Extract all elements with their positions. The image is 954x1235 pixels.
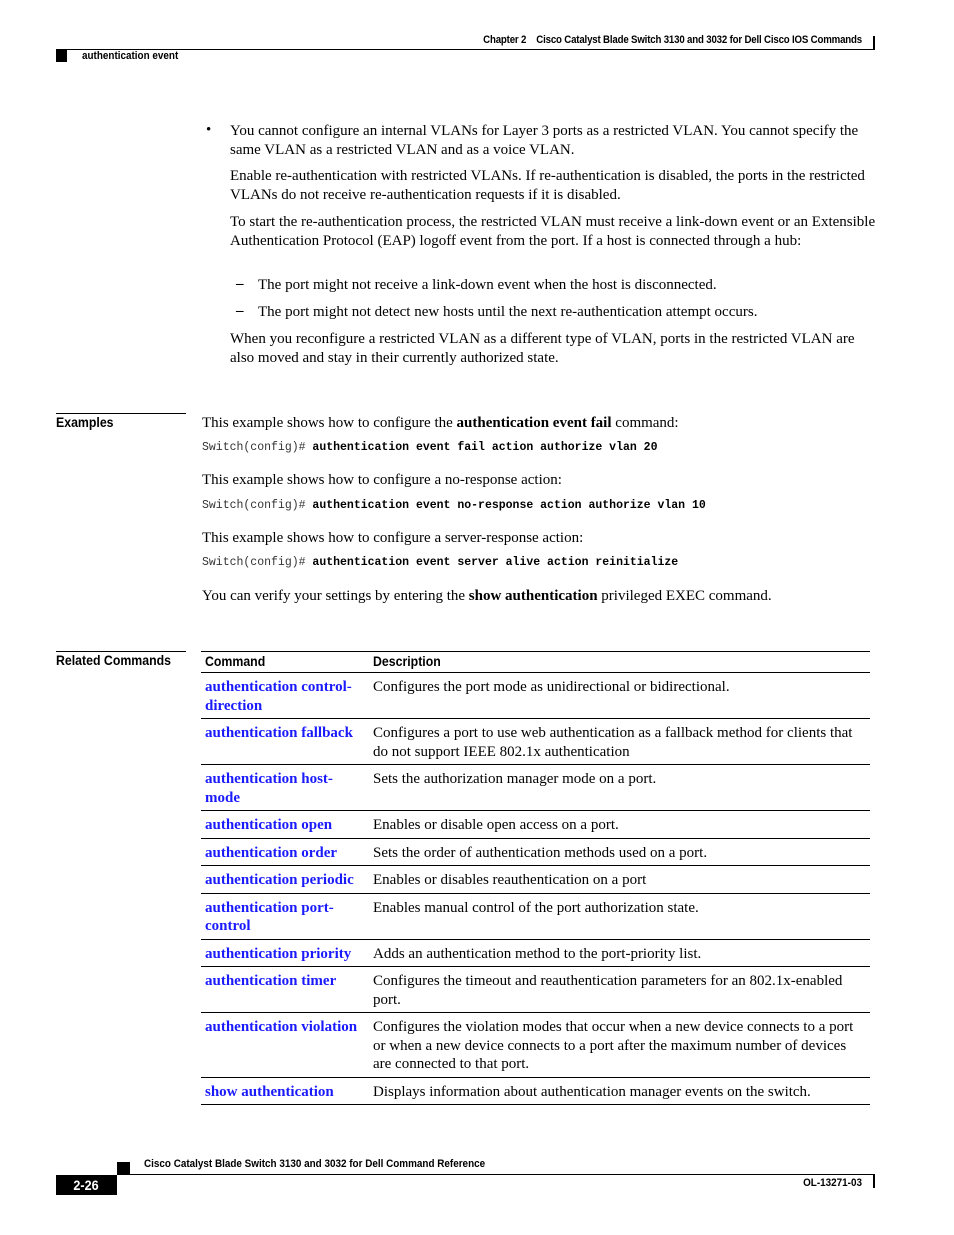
command-link[interactable]: show authentication (205, 1084, 334, 1100)
table-row: authentication periodic Enables or disabl… (201, 865, 870, 894)
command-cell: authentication priority (201, 939, 369, 967)
table-header-row: Command Description (201, 651, 870, 673)
dash-item: The port might not detect new hosts unti… (258, 304, 758, 320)
description-cell: Configures the port mode as unidirection… (369, 672, 870, 719)
description-cell: Configures the violation modes that occu… (369, 1012, 870, 1078)
intro-paragraph-1: Enable re-authentication with restricted… (230, 168, 865, 203)
code-example: Switch(config)# authentication event ser… (202, 556, 678, 569)
chapter-label: Chapter 2 (483, 34, 527, 46)
command-cell: authentication control-direction (201, 672, 369, 719)
command-cell: authentication timer (201, 966, 369, 1013)
header-marker-block (56, 50, 67, 62)
command-cell: authentication violation (201, 1012, 369, 1078)
command-cell: authentication port-control (201, 893, 369, 940)
example-intro-bold: authentication event fail (456, 415, 612, 431)
footer-vertical-bar (873, 1175, 875, 1188)
description-cell: Enables or disables reauthentication on … (369, 865, 870, 894)
code-example: Switch(config)# authentication event no-… (202, 499, 706, 512)
code-example: Switch(config)# authentication event fai… (202, 441, 657, 454)
dash-icon: – (236, 303, 244, 319)
examples-label: Examples (56, 414, 114, 430)
intro-paragraph-2: To start the re-authentication process, … (230, 214, 876, 249)
cli-prompt: Switch(config)# (202, 556, 313, 569)
command-link[interactable]: authentication port-control (205, 900, 334, 935)
header-vertical-bar (873, 36, 875, 50)
bullet-paragraph: You cannot configure an internal VLANs f… (230, 123, 859, 158)
dash-item: The port might not receive a link-down e… (258, 277, 717, 293)
example-intro-text: command: (611, 415, 679, 431)
table-row: authentication open Enables or disable op… (201, 810, 870, 839)
table-row: authentication fallback Configures a port… (201, 718, 870, 765)
command-link[interactable]: authentication host-mode (205, 771, 333, 806)
cli-prompt: Switch(config)# (202, 499, 313, 512)
related-commands-table: Command Description authentication contr… (201, 651, 870, 1105)
description-cell: Adds an authentication method to the por… (369, 939, 870, 967)
verify-text: privileged EXEC command. (597, 588, 772, 604)
running-header-chapter: Chapter 2 Cisco Catalyst Blade Switch 31… (367, 34, 862, 46)
page-number: 2-26 (56, 1175, 117, 1195)
command-link[interactable]: authentication violation (205, 1019, 357, 1035)
footer-rule (117, 1174, 875, 1175)
command-link[interactable]: authentication control-direction (205, 679, 352, 714)
command-link[interactable]: authentication fallback (205, 725, 353, 741)
description-cell: Enables manual control of the port autho… (369, 893, 870, 940)
description-cell: Sets the order of authentication methods… (369, 838, 870, 866)
cli-prompt: Switch(config)# (202, 441, 313, 454)
command-cell: authentication periodic (201, 865, 369, 894)
table-row: authentication timer Configures the timeo… (201, 966, 870, 1013)
verify-bold: show authentication (468, 588, 598, 604)
description-cell: Sets the authorization manager mode on a… (369, 764, 870, 811)
cli-command: authentication event fail action authori… (312, 441, 658, 454)
book-title: Cisco Catalyst Blade Switch 3130 and 303… (536, 34, 862, 46)
command-link[interactable]: authentication open (205, 817, 332, 833)
related-commands-label: Related Commands (56, 652, 172, 668)
bullet-icon: • (206, 122, 212, 138)
command-link[interactable]: authentication timer (205, 973, 336, 989)
table-row: show authentication Displays information … (201, 1077, 870, 1105)
command-cell: authentication order (201, 838, 369, 866)
cli-command: authentication event no-response action … (312, 499, 706, 512)
description-cell: Enables or disable open access on a port… (369, 810, 870, 839)
description-cell: Configures a port to use web authenticat… (369, 718, 870, 765)
table-row: authentication port-control Enables manua… (201, 893, 870, 940)
footer-title: Cisco Catalyst Blade Switch 3130 and 303… (144, 1158, 486, 1170)
dash-icon: – (236, 276, 244, 292)
command-cell: show authentication (201, 1077, 369, 1105)
column-header-command: Command (201, 651, 369, 673)
verify-text: You can verify your settings by entering… (202, 588, 469, 604)
description-cell: Configures the timeout and reauthenticat… (369, 966, 870, 1013)
example-intro: This example shows how to configure a no… (202, 472, 562, 488)
header-rule (56, 49, 875, 50)
intro-paragraph-3: When you reconfigure a restricted VLAN a… (230, 331, 855, 366)
cli-command: authentication event server alive action… (312, 556, 679, 569)
table-row: authentication host-mode Sets the authori… (201, 764, 870, 811)
table-row: authentication violation Configures the v… (201, 1012, 870, 1078)
table-row: authentication control-direction Configur… (201, 672, 870, 719)
document-id: OL-13271-03 (803, 1177, 862, 1189)
command-cell: authentication open (201, 810, 369, 839)
example-intro: This example shows how to configure the … (202, 414, 872, 433)
section-title: authentication event (82, 50, 179, 62)
table-row: authentication priority Adds an authentic… (201, 939, 870, 967)
command-cell: authentication fallback (201, 718, 369, 765)
description-cell: Displays information about authenticatio… (369, 1077, 870, 1105)
verify-paragraph: You can verify your settings by entering… (202, 587, 872, 606)
command-cell: authentication host-mode (201, 764, 369, 811)
command-link[interactable]: authentication periodic (205, 872, 354, 888)
example-intro-text: This example shows how to configure the (202, 415, 457, 431)
table-row: authentication order Sets the order of au… (201, 838, 870, 866)
command-link[interactable]: authentication order (205, 845, 337, 861)
command-link[interactable]: authentication priority (205, 946, 351, 962)
column-header-description: Description (369, 651, 870, 673)
example-intro: This example shows how to configure a se… (202, 530, 584, 546)
